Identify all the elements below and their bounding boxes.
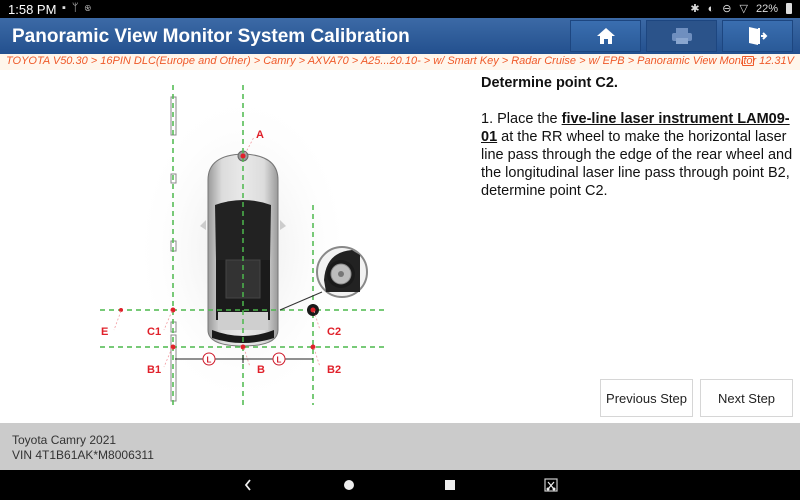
breadcrumb: TOYOTA V50.30 > 16PIN DLC(Europe and Oth… (0, 54, 800, 70)
status-bar: 1:58 PM ▪ᛘ⊛ ✱ ◐ ⊖ ▽ 22% (0, 0, 800, 18)
vibrate-icon: ◐ (707, 2, 715, 15)
point-b (240, 344, 246, 350)
label-a: A (256, 129, 264, 141)
usb-icon: ᛘ (71, 2, 85, 14)
exit-button[interactable] (722, 20, 793, 52)
label-e: E (101, 326, 108, 338)
label-c1: C1 (147, 326, 161, 338)
vehicle-vin: VIN 4T1B61AK*M8006311 (12, 448, 154, 462)
vehicle-name: Toyota Camry 2021 (12, 433, 117, 447)
screenshot-button[interactable] (543, 477, 559, 493)
title-bar: Panoramic View Monitor System Calibratio… (0, 18, 800, 54)
breadcrumb-path: TOYOTA V50.30 > 16PIN DLC(Europe and Oth… (6, 55, 757, 67)
battery-icon (786, 3, 792, 14)
label-c2: C2 (327, 326, 341, 338)
next-step-button[interactable]: Next Step (700, 379, 793, 417)
home-circle-icon (344, 480, 354, 490)
step-suffix: at the RR wheel to make the horizontal l… (481, 129, 793, 199)
home-button[interactable] (570, 20, 641, 52)
exit-icon (748, 27, 767, 45)
battery-percent: 22% (755, 2, 778, 15)
screenshot-icon (544, 478, 558, 492)
distance-l-right: L (277, 356, 282, 365)
do-not-disturb-icon: ⊖ (722, 3, 732, 15)
point-a (240, 153, 246, 159)
image-icon: ▪ (62, 2, 72, 14)
point-b1 (170, 344, 176, 350)
bluetooth-icon: ✱ (690, 3, 700, 15)
step-heading: Determine point C2. (481, 75, 618, 91)
back-button[interactable] (240, 477, 256, 493)
wifi-icon: ▽ (739, 3, 748, 15)
previous-step-button[interactable]: Previous Step (600, 379, 693, 417)
recents-icon (445, 480, 455, 490)
label-b: B (257, 364, 265, 376)
instructions-panel: Determine point C2. 1. Place the five-li… (481, 74, 799, 200)
status-time: 1:58 PM (8, 2, 57, 17)
voltage-value: 12.31V (759, 55, 794, 67)
point-b2 (310, 344, 316, 350)
vehicle-info-footer: Toyota Camry 2021 VIN 4T1B61AK*M8006311 (0, 423, 800, 470)
step-text: 1. Place the five-line laser instrument … (481, 110, 799, 200)
back-icon (244, 479, 251, 491)
system-nav-bar (0, 470, 800, 500)
settings-circle-icon: ⊛ (84, 2, 98, 14)
page-title: Panoramic View Monitor System Calibratio… (12, 26, 410, 47)
laser-instrument (307, 304, 319, 316)
home-nav-button[interactable] (341, 477, 357, 493)
label-b2: B2 (327, 364, 341, 376)
point-c1 (170, 307, 176, 313)
printer-icon (671, 28, 692, 44)
voltage-indicator: 12.31V (742, 55, 794, 67)
battery-voltage-icon (742, 56, 755, 66)
distance-l-left: L (207, 356, 212, 365)
print-button[interactable] (646, 20, 717, 52)
home-icon (596, 28, 615, 44)
calibration-diagram: L L A E C1 C2 B1 B B2 (100, 85, 388, 410)
status-left-icons: ▪ᛘ⊛ (62, 2, 97, 14)
step-prefix: 1. Place the (481, 111, 562, 127)
status-right-icons: ✱ ◐ ⊖ ▽ 22% (690, 2, 792, 15)
recents-button[interactable] (442, 477, 458, 493)
label-b1: B1 (147, 364, 161, 376)
